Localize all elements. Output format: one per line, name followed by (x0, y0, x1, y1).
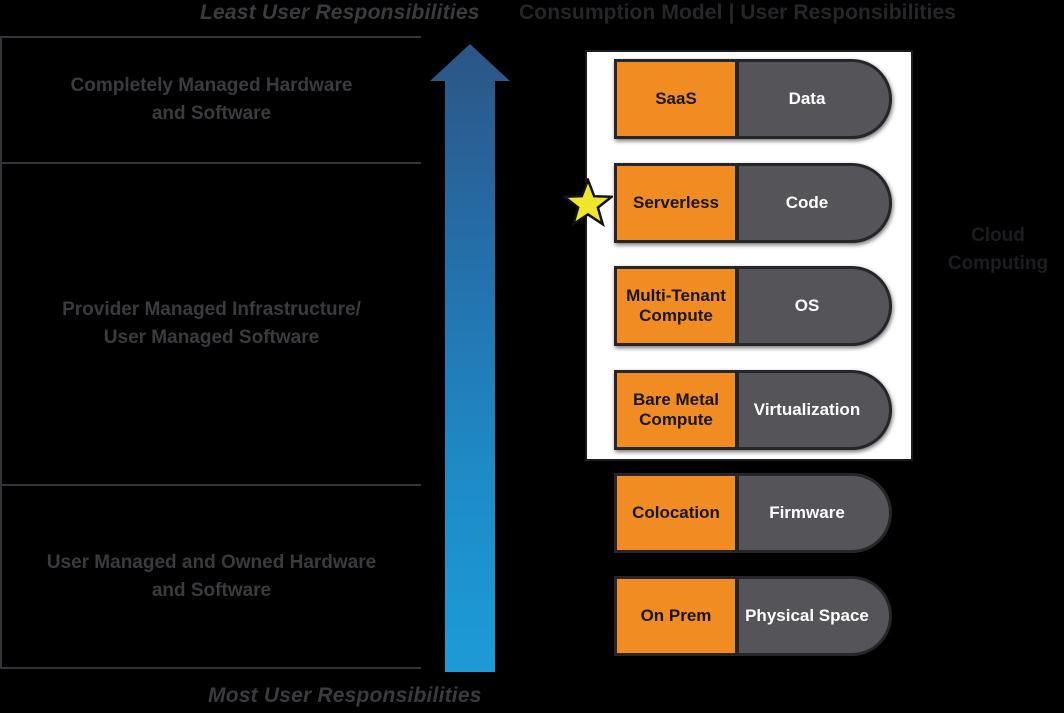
consumption-model-cell[interactable]: On Prem (614, 576, 737, 656)
responsibility-band-label: Provider Managed Infrastructure/ User Ma… (62, 299, 361, 348)
consumption-model-cell[interactable]: Multi-Tenant Compute (614, 266, 737, 346)
user-responsibility-cell[interactable]: Data (737, 59, 892, 139)
responsibility-bands-panel: Completely Managed Hardware and Software… (0, 0, 421, 713)
consumption-model-cell[interactable]: Serverless (614, 163, 737, 243)
most-responsibility-caption: Most User Responsibilities (208, 684, 482, 707)
consumption-model-cell[interactable]: Colocation (614, 473, 737, 553)
user-responsibility-cell[interactable]: Code (737, 163, 892, 243)
consumption-model-cell[interactable]: SaaS (614, 59, 737, 139)
responsibility-gradient-arrow (424, 40, 514, 680)
diagram-canvas: Least User Responsibilities Consumption … (0, 0, 1064, 713)
user-responsibility-cell[interactable]: OS (737, 266, 892, 346)
responsibility-band-label: User Managed and Owned Hardware and Soft… (46, 551, 377, 601)
stack-row[interactable]: Colocation Firmware (614, 473, 892, 553)
stack-row[interactable]: SaaS Data (614, 59, 892, 139)
responsibility-band: Provider Managed Infrastructure/ User Ma… (0, 162, 421, 484)
stack-row[interactable]: On Prem Physical Space (614, 576, 892, 656)
consumption-model-cell[interactable]: Bare Metal Compute (614, 370, 737, 450)
stack-row[interactable]: Bare Metal Compute Virtualization (614, 370, 892, 450)
stack-row[interactable]: Multi-Tenant Compute OS (614, 266, 892, 346)
user-responsibility-cell[interactable]: Physical Space (737, 576, 892, 656)
responsibility-band: User Managed and Owned Hardware and Soft… (0, 484, 421, 669)
responsibility-band-label: Completely Managed Hardware and Software (70, 75, 353, 124)
star-icon (561, 176, 615, 228)
cloud-computing-label: Cloud Computing (947, 225, 1049, 274)
arrow-shape (430, 44, 510, 672)
page-title: Consumption Model | User Responsibilitie… (519, 1, 957, 24)
stack-row[interactable]: Serverless Code (614, 163, 892, 243)
user-responsibility-cell[interactable]: Virtualization (737, 370, 892, 450)
responsibility-band: Completely Managed Hardware and Software (0, 36, 421, 162)
user-responsibility-cell[interactable]: Firmware (737, 473, 892, 553)
